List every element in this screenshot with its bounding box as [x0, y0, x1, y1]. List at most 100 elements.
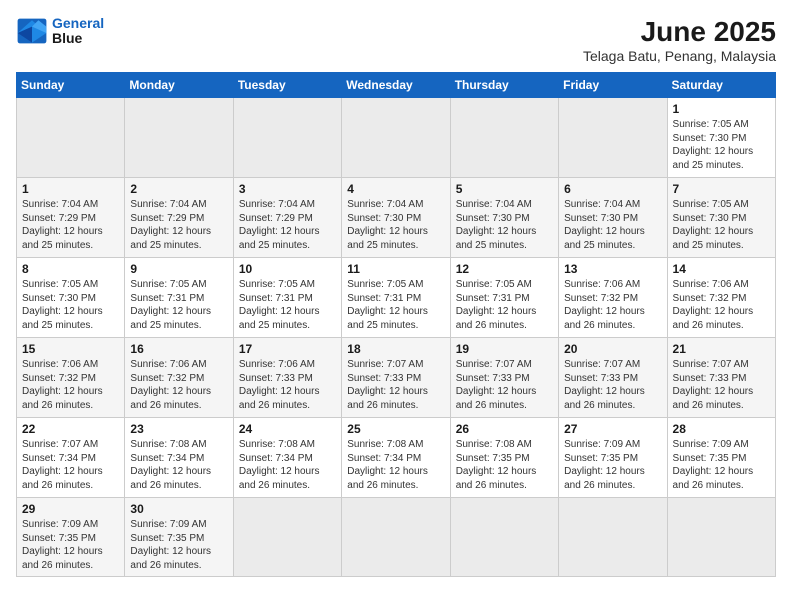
day-info: Sunrise: 7:07 AMSunset: 7:34 PMDaylight:… — [22, 438, 119, 492]
calendar-cell: 15Sunrise: 7:06 AMSunset: 7:32 PMDayligh… — [17, 338, 125, 418]
calendar-cell: 19 Sunrise: 7:07 AMSunset: 7:33 PMDayligh… — [450, 338, 558, 418]
calendar: SundayMondayTuesdayWednesdayThursdayFrid… — [16, 72, 776, 577]
day-info: Sunrise: 7:05 AMSunset: 7:30 PMDaylight:… — [673, 198, 770, 252]
calendar-cell — [342, 98, 450, 178]
calendar-cell — [342, 498, 450, 577]
calendar-cell: 4Sunrise: 7:04 AMSunset: 7:30 PMDaylight… — [342, 178, 450, 258]
calendar-cell — [233, 498, 341, 577]
calendar-cell: 26Sunrise: 7:08 AMSunset: 7:35 PMDayligh… — [450, 418, 558, 498]
column-header-thursday: Thursday — [450, 73, 558, 98]
day-number: 1 — [22, 182, 119, 196]
week-row: 1 Sunrise: 7:05 AMSunset: 7:30 PMDaylight… — [17, 98, 776, 178]
day-info: Sunrise: 7:06 AMSunset: 7:32 PMDaylight:… — [130, 358, 227, 412]
calendar-cell — [559, 98, 667, 178]
day-number: 7 — [673, 182, 770, 196]
day-info: Sunrise: 7:04 AMSunset: 7:30 PMDaylight:… — [564, 198, 661, 252]
day-number: 6 — [564, 182, 661, 196]
calendar-cell: 22 Sunrise: 7:07 AMSunset: 7:34 PMDayligh… — [17, 418, 125, 498]
logo-icon — [16, 17, 48, 45]
week-row: 29 Sunrise: 7:09 AMSunset: 7:35 PMDayligh… — [17, 498, 776, 577]
day-info: Sunrise: 7:07 AMSunset: 7:33 PMDaylight:… — [564, 358, 661, 412]
day-info: Sunrise: 7:05 AMSunset: 7:31 PMDaylight:… — [456, 278, 553, 332]
day-info: Sunrise: 7:05 AMSunset: 7:31 PMDaylight:… — [130, 278, 227, 332]
day-number: 12 — [456, 262, 553, 276]
day-info: Sunrise: 7:08 AMSunset: 7:35 PMDaylight:… — [456, 438, 553, 492]
column-header-wednesday: Wednesday — [342, 73, 450, 98]
calendar-cell: 23 Sunrise: 7:08 AMSunset: 7:34 PMDayligh… — [125, 418, 233, 498]
day-number: 4 — [347, 182, 444, 196]
calendar-cell — [233, 98, 341, 178]
calendar-cell: 17 Sunrise: 7:06 AMSunset: 7:33 PMDayligh… — [233, 338, 341, 418]
calendar-cell: 24 Sunrise: 7:08 AMSunset: 7:34 PMDayligh… — [233, 418, 341, 498]
day-info: Sunrise: 7:07 AMSunset: 7:33 PMDaylight:… — [673, 358, 770, 412]
day-number: 18 — [347, 342, 444, 356]
column-header-sunday: Sunday — [17, 73, 125, 98]
calendar-cell — [450, 498, 558, 577]
day-info: Sunrise: 7:04 AMSunset: 7:29 PMDaylight:… — [239, 198, 336, 252]
calendar-cell: 1Sunrise: 7:04 AMSunset: 7:29 PMDaylight… — [17, 178, 125, 258]
calendar-cell — [450, 98, 558, 178]
logo-text: General Blue — [52, 16, 104, 47]
day-number: 22 — [22, 422, 119, 436]
day-info: Sunrise: 7:05 AMSunset: 7:30 PMDaylight:… — [22, 278, 119, 332]
day-number: 11 — [347, 262, 444, 276]
calendar-cell: 8 Sunrise: 7:05 AMSunset: 7:30 PMDaylight… — [17, 258, 125, 338]
day-number: 25 — [347, 422, 444, 436]
calendar-cell: 29Sunrise: 7:09 AMSunset: 7:35 PMDayligh… — [17, 498, 125, 577]
calendar-cell: 7 Sunrise: 7:05 AMSunset: 7:30 PMDaylight… — [667, 178, 775, 258]
calendar-cell: 1 Sunrise: 7:05 AMSunset: 7:30 PMDaylight… — [667, 98, 775, 178]
day-number: 27 — [564, 422, 661, 436]
day-number: 20 — [564, 342, 661, 356]
day-info: Sunrise: 7:09 AMSunset: 7:35 PMDaylight:… — [130, 518, 227, 572]
day-number: 2 — [130, 182, 227, 196]
day-info: Sunrise: 7:08 AMSunset: 7:34 PMDaylight:… — [347, 438, 444, 492]
day-number: 24 — [239, 422, 336, 436]
calendar-cell: 3Sunrise: 7:04 AMSunset: 7:29 PMDaylight… — [233, 178, 341, 258]
day-info: Sunrise: 7:04 AMSunset: 7:30 PMDaylight:… — [456, 198, 553, 252]
column-header-tuesday: Tuesday — [233, 73, 341, 98]
day-info: Sunrise: 7:07 AMSunset: 7:33 PMDaylight:… — [347, 358, 444, 412]
day-number: 23 — [130, 422, 227, 436]
day-info: Sunrise: 7:07 AMSunset: 7:33 PMDaylight:… — [456, 358, 553, 412]
calendar-cell: 13Sunrise: 7:06 AMSunset: 7:32 PMDayligh… — [559, 258, 667, 338]
day-info: Sunrise: 7:09 AMSunset: 7:35 PMDaylight:… — [673, 438, 770, 492]
week-row: 1 Sunrise: 7:04 AMSunset: 7:29 PMDaylight… — [17, 178, 776, 258]
day-info: Sunrise: 7:08 AMSunset: 7:34 PMDaylight:… — [130, 438, 227, 492]
calendar-cell: 12 Sunrise: 7:05 AMSunset: 7:31 PMDayligh… — [450, 258, 558, 338]
calendar-cell: 21Sunrise: 7:07 AMSunset: 7:33 PMDayligh… — [667, 338, 775, 418]
calendar-cell: 11 Sunrise: 7:05 AMSunset: 7:31 PMDayligh… — [342, 258, 450, 338]
calendar-cell: 28Sunrise: 7:09 AMSunset: 7:35 PMDayligh… — [667, 418, 775, 498]
day-number: 1 — [673, 102, 770, 116]
calendar-cell — [125, 98, 233, 178]
day-info: Sunrise: 7:06 AMSunset: 7:33 PMDaylight:… — [239, 358, 336, 412]
calendar-cell: 18 Sunrise: 7:07 AMSunset: 7:33 PMDayligh… — [342, 338, 450, 418]
calendar-cell: 6 Sunrise: 7:04 AMSunset: 7:30 PMDaylight… — [559, 178, 667, 258]
column-header-saturday: Saturday — [667, 73, 775, 98]
day-info: Sunrise: 7:06 AMSunset: 7:32 PMDaylight:… — [564, 278, 661, 332]
calendar-cell — [17, 98, 125, 178]
calendar-cell: 25 Sunrise: 7:08 AMSunset: 7:34 PMDayligh… — [342, 418, 450, 498]
calendar-cell: 16 Sunrise: 7:06 AMSunset: 7:32 PMDayligh… — [125, 338, 233, 418]
day-info: Sunrise: 7:05 AMSunset: 7:30 PMDaylight:… — [673, 118, 770, 172]
calendar-cell: 27 Sunrise: 7:09 AMSunset: 7:35 PMDayligh… — [559, 418, 667, 498]
week-row: 8 Sunrise: 7:05 AMSunset: 7:30 PMDaylight… — [17, 258, 776, 338]
calendar-cell: 2Sunrise: 7:04 AMSunset: 7:29 PMDaylight… — [125, 178, 233, 258]
day-number: 8 — [22, 262, 119, 276]
day-info: Sunrise: 7:08 AMSunset: 7:34 PMDaylight:… — [239, 438, 336, 492]
day-number: 16 — [130, 342, 227, 356]
day-number: 15 — [22, 342, 119, 356]
calendar-cell: 30 Sunrise: 7:09 AMSunset: 7:35 PMDayligh… — [125, 498, 233, 577]
day-number: 17 — [239, 342, 336, 356]
day-info: Sunrise: 7:05 AMSunset: 7:31 PMDaylight:… — [347, 278, 444, 332]
day-info: Sunrise: 7:09 AMSunset: 7:35 PMDaylight:… — [564, 438, 661, 492]
header-row: SundayMondayTuesdayWednesdayThursdayFrid… — [17, 73, 776, 98]
month-title: June 2025 — [583, 16, 776, 48]
title-section: June 2025 Telaga Batu, Penang, Malaysia — [583, 16, 776, 64]
day-number: 29 — [22, 502, 119, 516]
location-title: Telaga Batu, Penang, Malaysia — [583, 48, 776, 64]
week-row: 22 Sunrise: 7:07 AMSunset: 7:34 PMDayligh… — [17, 418, 776, 498]
day-number: 30 — [130, 502, 227, 516]
day-number: 19 — [456, 342, 553, 356]
logo: General Blue — [16, 16, 104, 47]
calendar-cell: 9Sunrise: 7:05 AMSunset: 7:31 PMDaylight… — [125, 258, 233, 338]
